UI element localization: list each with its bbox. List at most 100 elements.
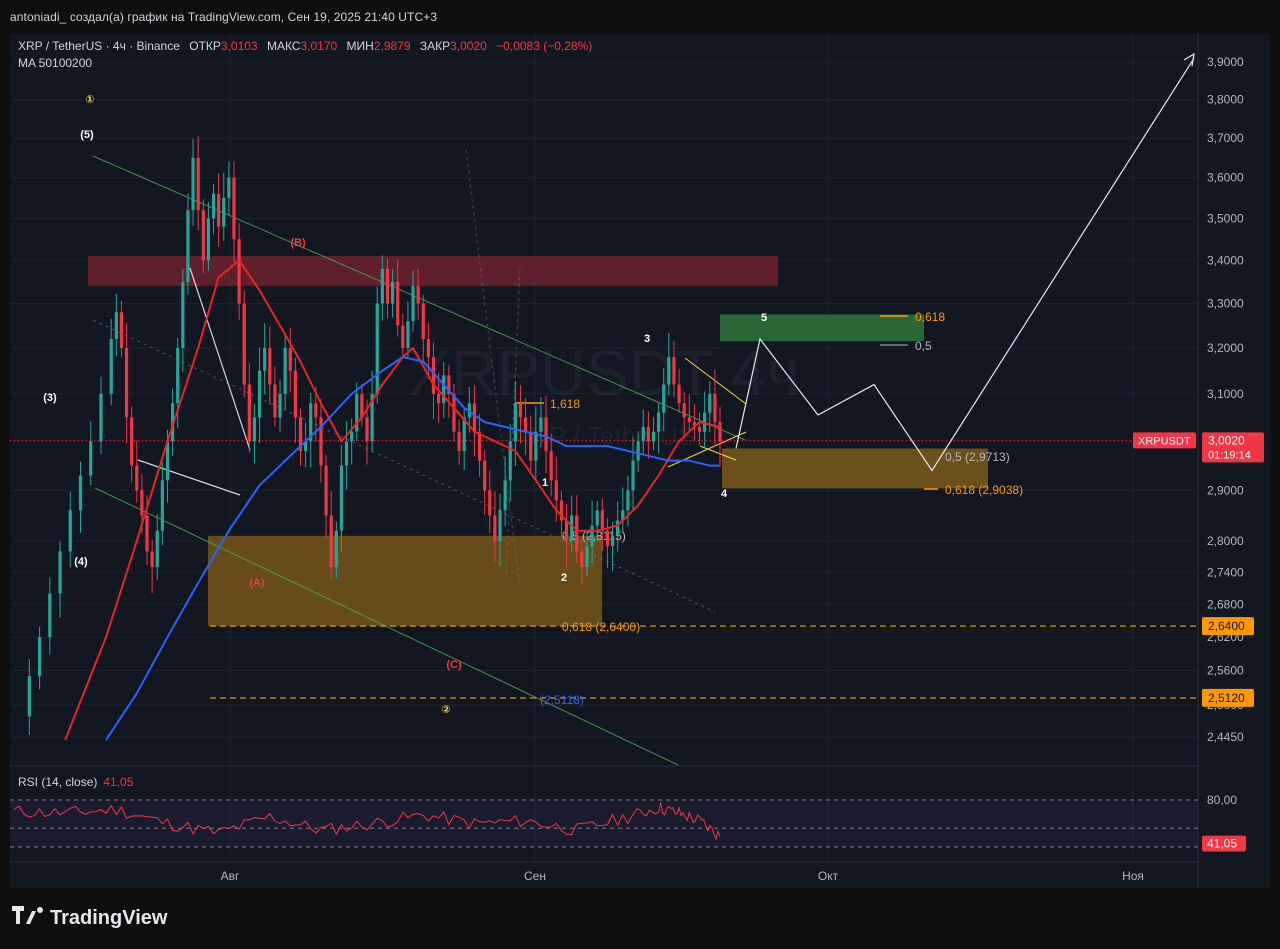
candle-body xyxy=(263,347,267,371)
candle-body xyxy=(114,312,118,339)
candle-body xyxy=(365,417,369,442)
candle-body xyxy=(37,637,42,677)
last-price-value: 3,0020 xyxy=(1208,433,1245,447)
candle-body xyxy=(682,403,686,418)
candle-body xyxy=(181,281,185,348)
price-line-label: 2,6400 xyxy=(1208,619,1245,633)
candle-body xyxy=(498,510,502,542)
candle-body xyxy=(237,239,241,304)
candle-body xyxy=(211,193,216,219)
wave-label-minor-2: 2 xyxy=(561,572,567,584)
candle-body xyxy=(616,520,620,536)
candle-body xyxy=(217,193,221,227)
candle-body xyxy=(457,431,461,451)
change-value: −0,0083 (−0,28%) xyxy=(496,39,593,53)
candle-body xyxy=(380,268,384,304)
candle-body xyxy=(68,510,72,552)
candle-body xyxy=(523,417,528,432)
candle-body xyxy=(697,426,702,432)
close-label: ЗАКР xyxy=(419,39,451,53)
candle-body xyxy=(89,441,93,476)
candle-body xyxy=(662,384,666,413)
y-tick-label: 3,3000 xyxy=(1207,296,1244,310)
ma-indicator-legend[interactable]: MA 50100200 xyxy=(18,55,592,72)
trend-line xyxy=(189,267,251,451)
y-tick-label: 3,8000 xyxy=(1207,93,1244,107)
chart-svg[interactable]: 3,9000 3,8000 3,7000 3,6000 3,5000 3,4000 3,30… xyxy=(0,0,1280,949)
wave-label-minor-1: 1 xyxy=(542,477,548,489)
candle-body xyxy=(406,321,410,348)
candle-body xyxy=(119,312,124,348)
x-tick-label: Сен xyxy=(524,869,546,883)
candle-body xyxy=(339,465,344,531)
candle-body xyxy=(206,218,211,261)
candle-body xyxy=(396,281,400,326)
candle-body xyxy=(155,530,159,568)
candle-body xyxy=(344,441,349,466)
candle-body xyxy=(48,593,52,638)
candle-body xyxy=(324,465,328,516)
y-tick-label: 2,9000 xyxy=(1207,483,1244,497)
candle-body xyxy=(570,515,574,542)
wave-label-minor-3: 3 xyxy=(644,333,650,345)
candle-body xyxy=(257,370,262,418)
chart-legend: XRP / TetherUS · 4ч · Binance ОТКР3,0103… xyxy=(18,38,592,72)
candle-body xyxy=(314,403,318,418)
candle-body xyxy=(713,393,717,423)
candle-body xyxy=(585,546,589,568)
candle-body xyxy=(201,210,205,261)
candle-body xyxy=(631,460,635,491)
candle-body xyxy=(252,417,257,442)
candle-body xyxy=(130,417,134,466)
candle-body xyxy=(472,403,477,432)
wave-label-B: (B) xyxy=(290,237,306,249)
countdown-value: 01:19:14 xyxy=(1208,449,1251,461)
rsi-legend[interactable]: RSI (14, close) 41,05 xyxy=(18,775,133,789)
candle-body xyxy=(140,490,144,516)
rsi-title: RSI (14, close) xyxy=(18,775,98,789)
candle-body xyxy=(503,480,507,511)
candle-body xyxy=(58,551,62,594)
candle-body xyxy=(145,515,149,552)
tradingview-logo[interactable]: TradingView xyxy=(12,906,167,930)
candle-body xyxy=(534,431,538,461)
rsi-value-badge-label: 41,05 xyxy=(1207,837,1237,851)
symbol-badge-label: XRPUSDT xyxy=(1138,435,1191,447)
projection-arrow-icon xyxy=(1183,52,1195,67)
candle-body xyxy=(657,412,661,432)
watermark-symbol: XRPUSDT 4ч xyxy=(408,337,799,409)
candle-body xyxy=(222,197,226,227)
y-tick-label: 3,6000 xyxy=(1207,171,1244,185)
fib-label-wave4-05: 0,5 (2,9713) xyxy=(945,450,1010,464)
candle-body xyxy=(483,460,487,491)
candle-body xyxy=(160,480,164,531)
y-tick-label: 2,5600 xyxy=(1207,664,1244,678)
candle-body xyxy=(385,268,390,304)
candle-body xyxy=(390,281,395,304)
candle-body xyxy=(278,393,282,418)
candle-body xyxy=(288,347,292,371)
candle-body xyxy=(242,303,246,385)
y-tick-label: 3,9000 xyxy=(1207,55,1244,69)
candle-body xyxy=(667,357,671,385)
candle-body xyxy=(600,510,604,531)
wave-label-minor-5: 5 xyxy=(761,312,767,324)
candle-body xyxy=(375,303,379,394)
candle-body xyxy=(518,403,523,418)
fib-label-wave4-0618: 0,618 (2,9038) xyxy=(945,483,1023,497)
y-tick-label: 2,8000 xyxy=(1207,534,1244,548)
candle-body xyxy=(544,417,548,451)
low-label: МИН xyxy=(346,39,374,53)
wave-label-3: (3) xyxy=(43,392,57,404)
candle-body xyxy=(78,475,83,511)
candle-body xyxy=(646,426,650,442)
candle-body xyxy=(641,426,645,442)
candle-body xyxy=(651,431,656,442)
wave-label-circle-1: ① xyxy=(85,94,94,106)
candle-body xyxy=(350,431,354,442)
zone-target-wave5 xyxy=(720,314,924,342)
y-tick-label: 3,2000 xyxy=(1207,341,1244,355)
rsi-tick-label: 80,00 xyxy=(1207,793,1237,807)
rsi-value: 41,05 xyxy=(103,775,134,789)
wave-label-A: (A) xyxy=(249,577,265,589)
